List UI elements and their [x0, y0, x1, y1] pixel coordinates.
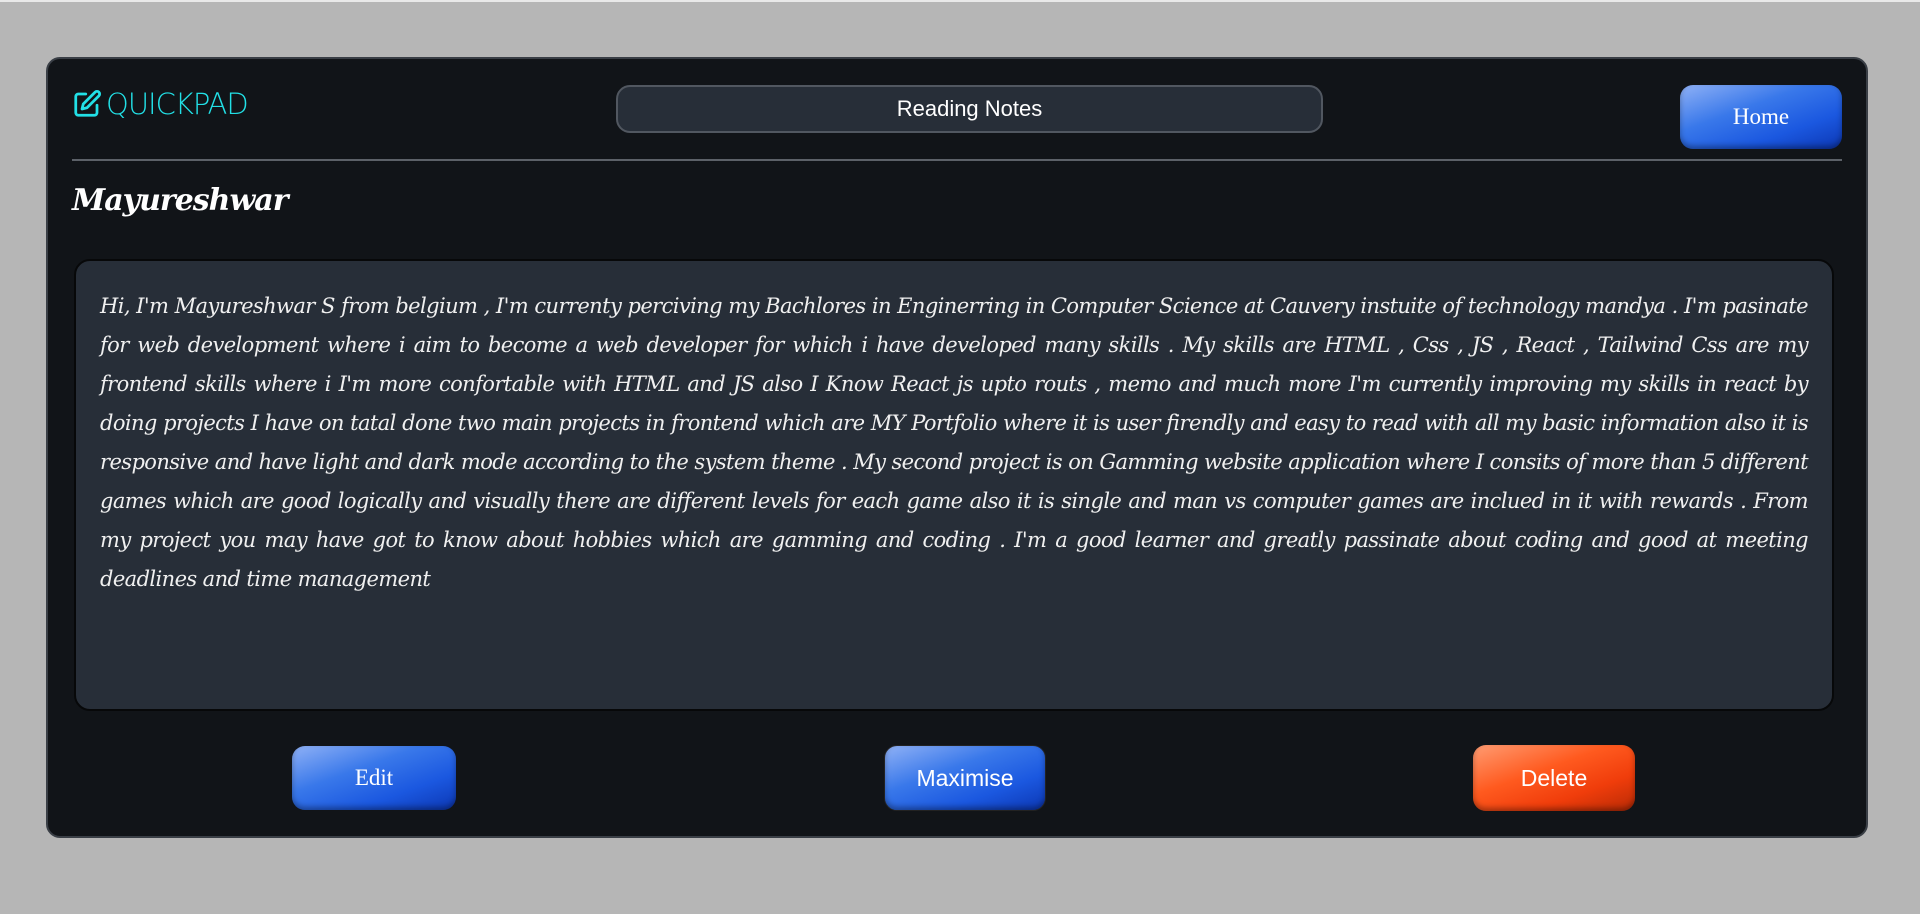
maximise-button[interactable]: Maximise [884, 745, 1046, 811]
app-logo[interactable]: QUICKPAD [72, 87, 249, 121]
note-content-text: Hi, I'm Mayureshwar S from belgium , I'm… [100, 294, 1809, 591]
brand-name: QUICKPAD [106, 87, 249, 121]
edit-button[interactable]: Edit [292, 746, 456, 810]
delete-button[interactable]: Delete [1473, 745, 1635, 811]
home-button[interactable]: Home [1680, 85, 1842, 149]
note-card: QUICKPAD Home Mayureshwar Hi, I'm Mayure… [46, 57, 1868, 838]
note-content-area[interactable]: Hi, I'm Mayureshwar S from belgium , I'm… [74, 259, 1834, 711]
top-edge-line [0, 0, 1920, 2]
note-author: Mayureshwar [72, 183, 289, 218]
note-title-input[interactable] [616, 85, 1323, 133]
edit-note-icon [72, 89, 102, 119]
header-divider [72, 159, 1842, 161]
